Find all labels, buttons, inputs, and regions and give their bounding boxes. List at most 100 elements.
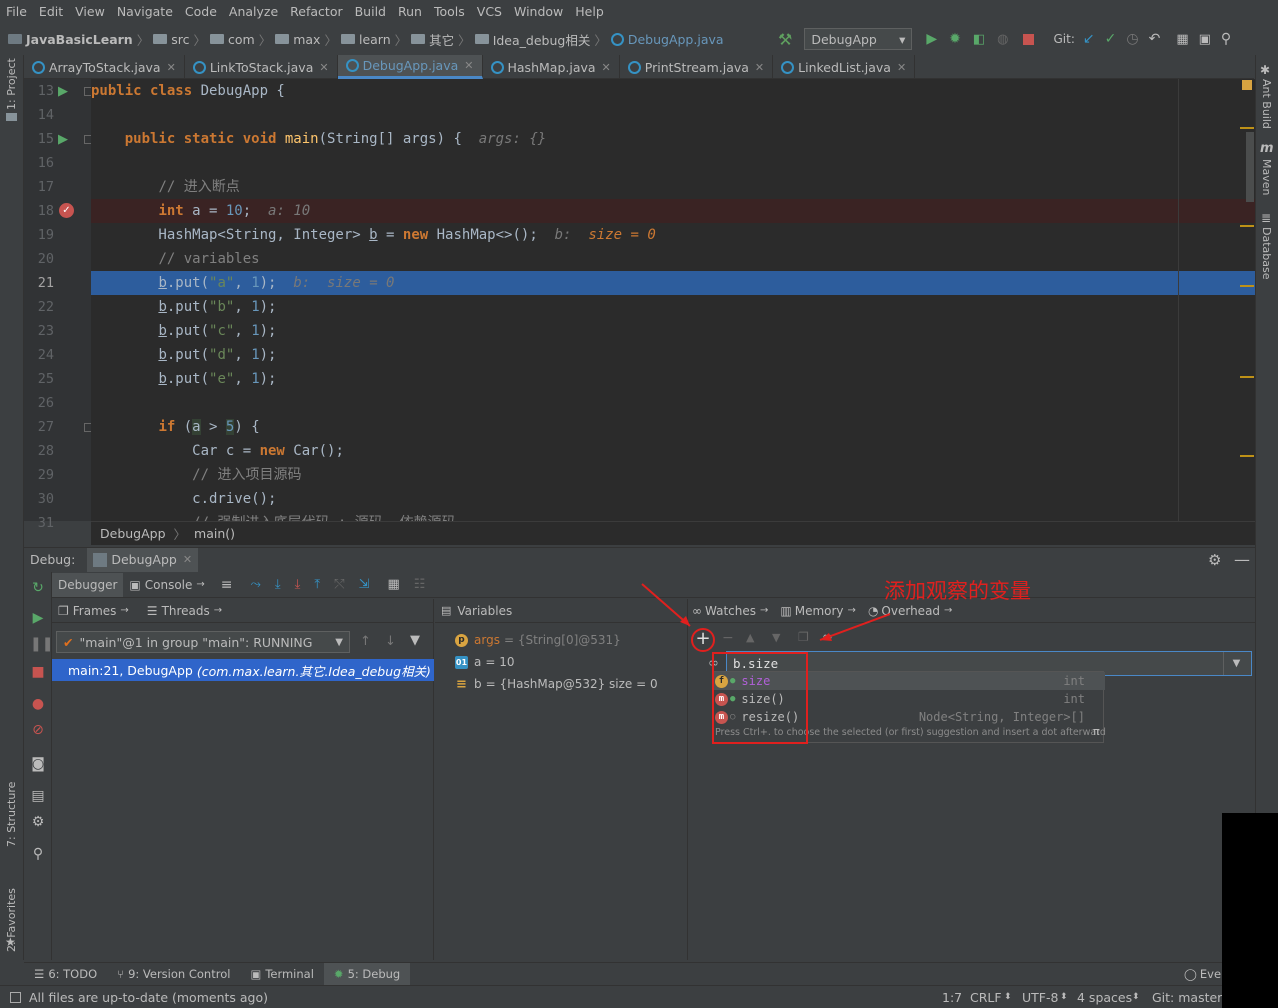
mute-breakpoints-icon[interactable]: ⊘ [30, 722, 46, 738]
close-icon[interactable]: ✕ [755, 61, 764, 74]
minimize-icon[interactable]: — [1234, 550, 1250, 569]
close-icon[interactable]: ✕ [602, 61, 611, 74]
menu-run[interactable]: Run [392, 4, 428, 19]
rerun-icon[interactable]: ↻ [30, 580, 46, 596]
database-tool-tab[interactable]: Database [1260, 227, 1273, 280]
crumb-other[interactable]: 其它 [429, 30, 454, 49]
view-breakpoints-icon[interactable]: ● [30, 696, 46, 712]
status-toggle-icon[interactable] [10, 991, 21, 1003]
crumb-project[interactable]: JavaBasicLearn [26, 32, 133, 47]
tab-linktostack[interactable]: LinkToStack.java ✕ [185, 55, 338, 79]
crumb-learn[interactable]: learn [359, 32, 391, 47]
evaluate-expression-icon[interactable]: ▦ [387, 577, 399, 592]
tab-debugapp[interactable]: DebugApp.java ✕ [337, 55, 483, 79]
project-tool-tab[interactable]: 1: Project [5, 58, 18, 110]
menu-build[interactable]: Build [349, 4, 392, 19]
file-encoding[interactable]: UTF-8 [1022, 990, 1058, 1005]
project-structure-icon[interactable]: ▦ [1176, 32, 1188, 47]
variable-row[interactable]: 01 a = 10 [455, 651, 515, 673]
force-step-into-icon[interactable]: ⤓ [295, 577, 301, 592]
crumb-com[interactable]: com [228, 32, 255, 47]
remove-watch-icon[interactable]: − [722, 630, 734, 646]
menu-window[interactable]: Window [508, 4, 569, 19]
pin-tab-icon[interactable]: → [760, 605, 768, 616]
show-execution-point-icon[interactable]: ⤳ [251, 577, 261, 592]
camera-icon[interactable]: ◙ [30, 756, 46, 772]
down-arrow-icon[interactable]: ↓ [385, 634, 396, 649]
run-to-cursor-icon[interactable]: ⇲ [359, 577, 370, 592]
maven-tool-tab[interactable]: Maven [1260, 159, 1273, 195]
run-icon[interactable]: ▶ [926, 31, 937, 47]
step-over-icon[interactable]: ⤓ [275, 577, 281, 592]
close-icon[interactable]: ✕ [464, 59, 473, 72]
menu-vcs[interactable]: VCS [471, 4, 508, 19]
settings-icon[interactable]: ⚙ [30, 814, 46, 830]
menu-analyze[interactable]: Analyze [223, 4, 284, 19]
tab-terminal[interactable]: ▣ Terminal [240, 963, 323, 985]
cursor-position[interactable]: 1:7 [942, 990, 962, 1005]
crumb-max[interactable]: max [293, 32, 320, 47]
close-icon[interactable]: ✕ [897, 61, 906, 74]
ant-build-tool-tab[interactable]: Ant Build [1260, 79, 1273, 129]
git-history-icon[interactable]: ◷ [1126, 31, 1138, 47]
variable-row[interactable]: p args = {String[0]@531} [455, 629, 621, 651]
tab-console[interactable]: ▣ Console → [123, 573, 210, 597]
step-out-icon[interactable]: ⤒ [314, 577, 320, 592]
pause-icon[interactable]: ❚❚ [30, 636, 53, 652]
menu-help[interactable]: Help [569, 4, 610, 19]
pin-icon[interactable]: ⚲ [30, 846, 46, 862]
editor-crumb-class[interactable]: DebugApp [100, 526, 166, 541]
search-icon[interactable]: ⚲ [1221, 31, 1231, 47]
tab-frames[interactable]: ❐ Frames → [52, 604, 135, 618]
tab-hashmap[interactable]: HashMap.java ✕ [483, 55, 620, 79]
indent-setting[interactable]: 4 spaces [1077, 990, 1132, 1005]
up-arrow-icon[interactable]: ↑ [360, 634, 371, 649]
build-hammer-icon[interactable]: ⚒ [778, 30, 792, 49]
git-rollback-icon[interactable]: ↶ [1149, 31, 1161, 47]
hamburger-icon[interactable]: ≡ [221, 577, 233, 593]
gear-icon[interactable]: ⚙ [1208, 551, 1221, 569]
move-up-icon[interactable]: ▲ [746, 631, 754, 644]
menu-file[interactable]: File [0, 4, 33, 19]
pin-tab-icon[interactable]: → [196, 579, 204, 590]
run-gutter-icon[interactable]: ▶ [58, 132, 68, 147]
frame-row[interactable]: main:21, DebugApp (com.max.learn.其它.Idea… [52, 659, 434, 681]
trace-icon[interactable]: ☷ [414, 577, 426, 592]
line-separator[interactable]: CRLF [970, 990, 1002, 1005]
close-icon[interactable]: ✕ [183, 553, 192, 566]
stop-icon[interactable] [1022, 33, 1034, 45]
inspection-status-icon[interactable] [1242, 80, 1252, 90]
coverage-icon[interactable]: ◧ [973, 32, 985, 47]
error-stripe-marker[interactable] [1240, 285, 1254, 287]
terminal-icon[interactable]: ▣ [1199, 32, 1211, 47]
tab-memory[interactable]: ▥ Memory → [772, 604, 864, 618]
tab-todo[interactable]: ☰ 6: TODO [24, 963, 107, 985]
stop-icon[interactable]: ■ [30, 664, 46, 680]
menu-refactor[interactable]: Refactor [284, 4, 348, 19]
run-config-select[interactable]: DebugApp ▾ [804, 28, 913, 50]
crumb-idea-debug[interactable]: Idea_debug相关 [493, 30, 591, 49]
pin-tab-icon[interactable]: → [848, 605, 856, 616]
crumb-src[interactable]: src [171, 32, 189, 47]
resume-icon[interactable]: ▶ [30, 610, 46, 626]
tab-threads[interactable]: ☰ Threads → [135, 604, 234, 618]
error-stripe-marker[interactable] [1240, 225, 1254, 227]
close-icon[interactable]: ✕ [167, 61, 176, 74]
tab-debug[interactable]: ✹ 5: Debug [323, 962, 411, 985]
error-stripe-marker[interactable] [1240, 376, 1254, 378]
copy-icon[interactable]: ❐ [798, 630, 809, 644]
breakpoint-icon[interactable]: ✓ [59, 203, 74, 218]
tab-arraytostack[interactable]: ArrayToStack.java ✕ [24, 55, 185, 79]
tab-overhead[interactable]: ◔ Overhead → [864, 604, 957, 618]
thread-select[interactable]: ✔ "main"@1 in group "main": RUNNING ▼ [56, 631, 350, 653]
git-commit-icon[interactable]: ✓ [1105, 31, 1117, 47]
error-stripe-marker[interactable] [1240, 455, 1254, 457]
tab-version-control[interactable]: ⑂ 9: Version Control [107, 963, 240, 985]
filter-icon[interactable]: ▼ [410, 633, 420, 648]
tab-printstream[interactable]: PrintStream.java ✕ [620, 55, 774, 79]
tab-debugger[interactable]: Debugger [52, 572, 124, 597]
git-update-icon[interactable]: ↙ [1083, 31, 1095, 47]
pin-tab-icon[interactable]: → [214, 605, 222, 616]
error-stripe-marker[interactable] [1240, 127, 1254, 129]
tab-watches[interactable]: ∞ Watches → [688, 604, 772, 618]
